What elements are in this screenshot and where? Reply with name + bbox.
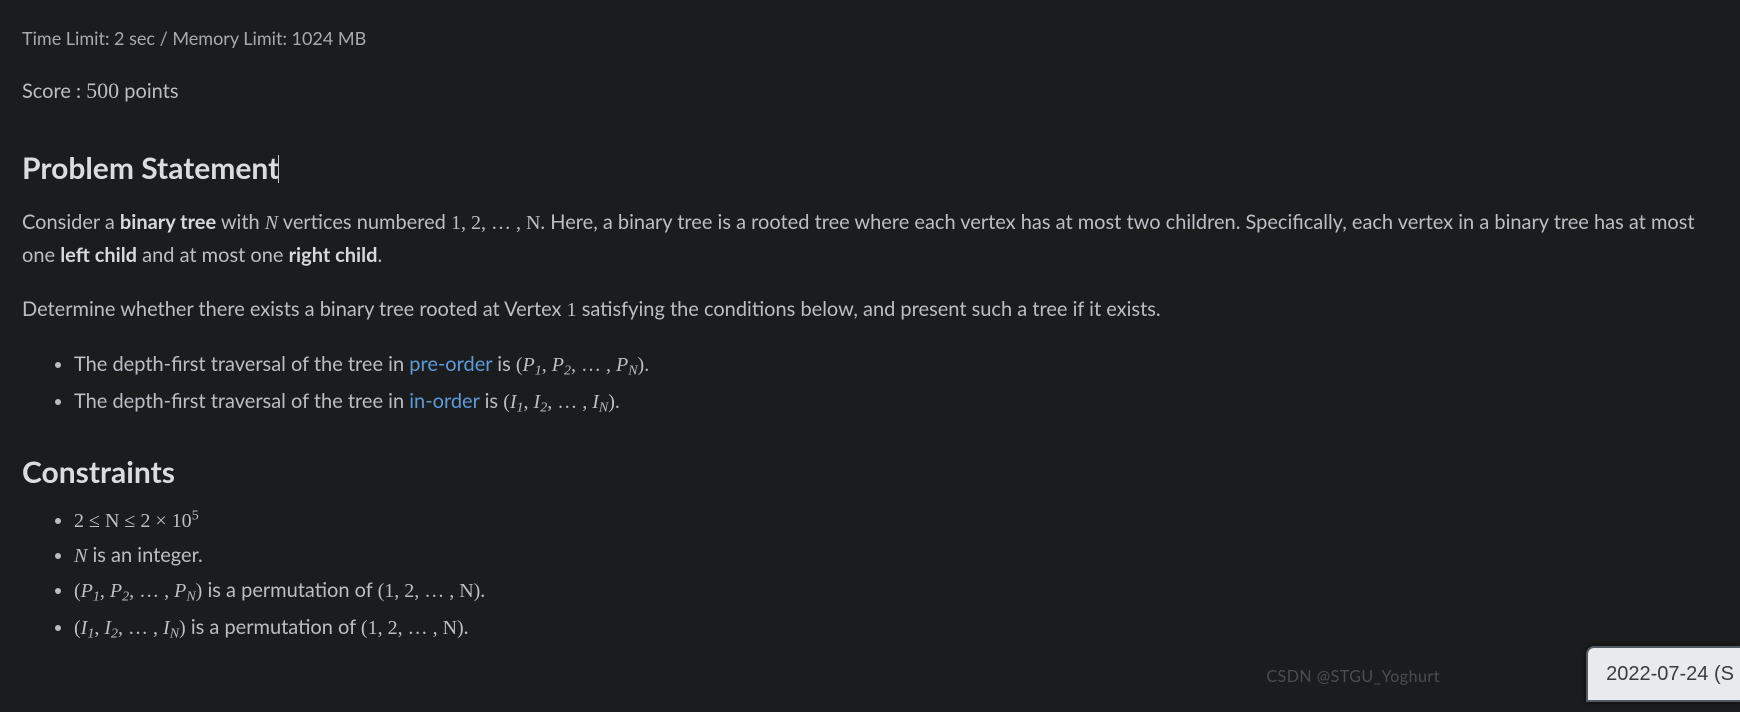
p1-t1: Consider a (22, 210, 120, 234)
p2-math-1: 1 (567, 299, 577, 321)
condition-preorder: The depth-first traversal of the tree in… (74, 348, 1718, 383)
score-value: 500 (86, 78, 119, 103)
k4-set: (1, 2, … , N) (361, 617, 464, 639)
watermark-csdn: CSDN @STGU_Yoghurt (1266, 664, 1440, 690)
score-line: Score : 500 points (22, 73, 1718, 108)
link-inorder[interactable]: in-order (409, 389, 479, 413)
c2-pre: The depth-first traversal of the tree in (74, 389, 409, 413)
k2-tail: is an integer. (87, 543, 202, 567)
p2-t2: satisfying the conditions below, and pre… (577, 297, 1161, 321)
score-prefix: Score : (22, 79, 86, 103)
k3-end: . (480, 578, 485, 602)
k1-exp: 5 (192, 508, 199, 523)
p1-t5: and at most one (137, 243, 289, 267)
conditions-list: The depth-first traversal of the tree in… (52, 348, 1718, 420)
p1-t2: with (216, 210, 265, 234)
c2-seq: (I1, I2, … , IN). (503, 391, 620, 413)
p1-left-child: left child (60, 243, 137, 267)
p2-t1: Determine whether there exists a binary … (22, 297, 567, 321)
constraint-integer: N is an integer. (74, 539, 1718, 572)
p1-t3: vertices numbered (278, 210, 451, 234)
k4-seq: (I1, I2, … , IN) (74, 617, 186, 639)
heading-problem-text: Problem Statement (22, 150, 279, 186)
paragraph-2: Determine whether there exists a binary … (22, 293, 1718, 326)
k3-mid: is a permutation of (202, 578, 377, 602)
p1-right-child: right child (289, 243, 378, 267)
k4-mid: is a permutation of (186, 615, 361, 639)
constraints-list: 2 ≤ N ≤ 2 × 105 N is an integer. (P1, P2… (52, 504, 1718, 646)
k1-main: 2 ≤ N ≤ 2 × 10 (74, 510, 192, 532)
p1-t6: . (377, 243, 382, 267)
c1-pre: The depth-first traversal of the tree in (74, 352, 409, 376)
p1-binary-tree: binary tree (120, 210, 216, 234)
c1-seq: (P1, P2, … , PN). (516, 354, 649, 376)
c2-mid: is (479, 389, 503, 413)
k2-N: N (74, 545, 87, 567)
date-badge: 2022-07-24 (S (1586, 646, 1740, 702)
constraint-perm-I: (I1, I2, … , IN) is a permutation of (1,… (74, 611, 1718, 646)
p1-math-N: N (265, 212, 278, 234)
link-preorder[interactable]: pre-order (409, 352, 492, 376)
time-memory-limits: Time Limit: 2 sec / Memory Limit: 1024 M… (22, 24, 1718, 53)
heading-problem-statement: Problem Statement (22, 144, 1718, 192)
constraint-perm-P: (P1, P2, … , PN) is a permutation of (1,… (74, 574, 1718, 609)
k3-seq: (P1, P2, … , PN) (74, 580, 202, 602)
heading-constraints: Constraints (22, 448, 1718, 496)
k3-set: (1, 2, … , N) (378, 580, 481, 602)
constraint-range: 2 ≤ N ≤ 2 × 105 (74, 504, 1718, 537)
text-cursor (278, 155, 279, 183)
p1-math-list: 1, 2, … , N (451, 212, 540, 234)
k4-end: . (464, 615, 469, 639)
problem-document: Time Limit: 2 sec / Memory Limit: 1024 M… (0, 0, 1740, 646)
paragraph-1: Consider a binary tree with N vertices n… (22, 206, 1718, 271)
score-suffix: points (119, 79, 178, 103)
c1-mid: is (492, 352, 516, 376)
condition-inorder: The depth-first traversal of the tree in… (74, 385, 1718, 420)
